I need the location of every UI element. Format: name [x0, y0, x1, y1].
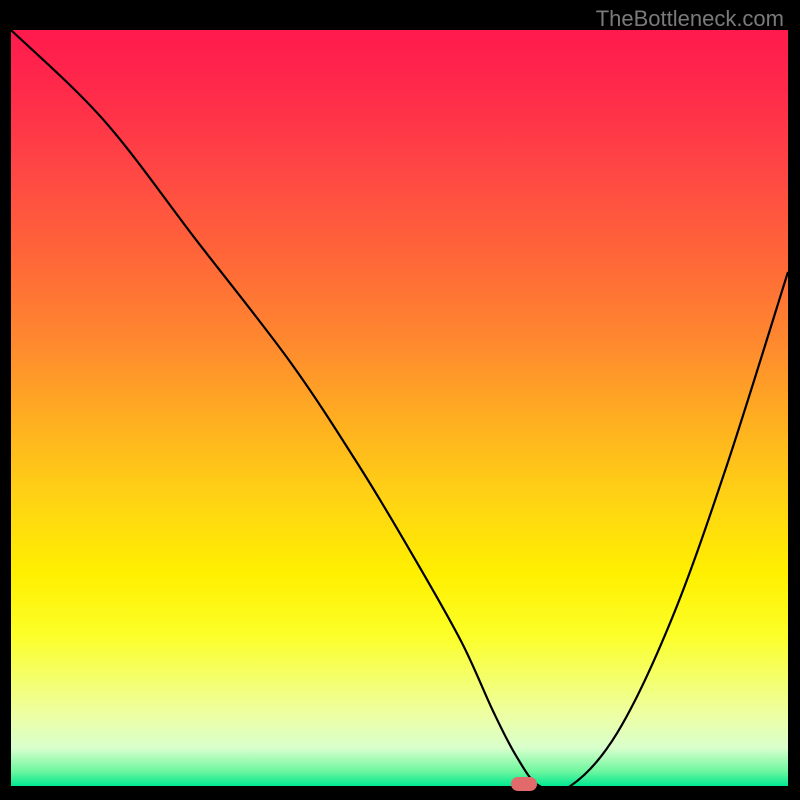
- optimal-point-marker: [511, 777, 537, 791]
- watermark-text: TheBottleneck.com: [596, 6, 784, 32]
- bottleneck-curve: [11, 30, 788, 786]
